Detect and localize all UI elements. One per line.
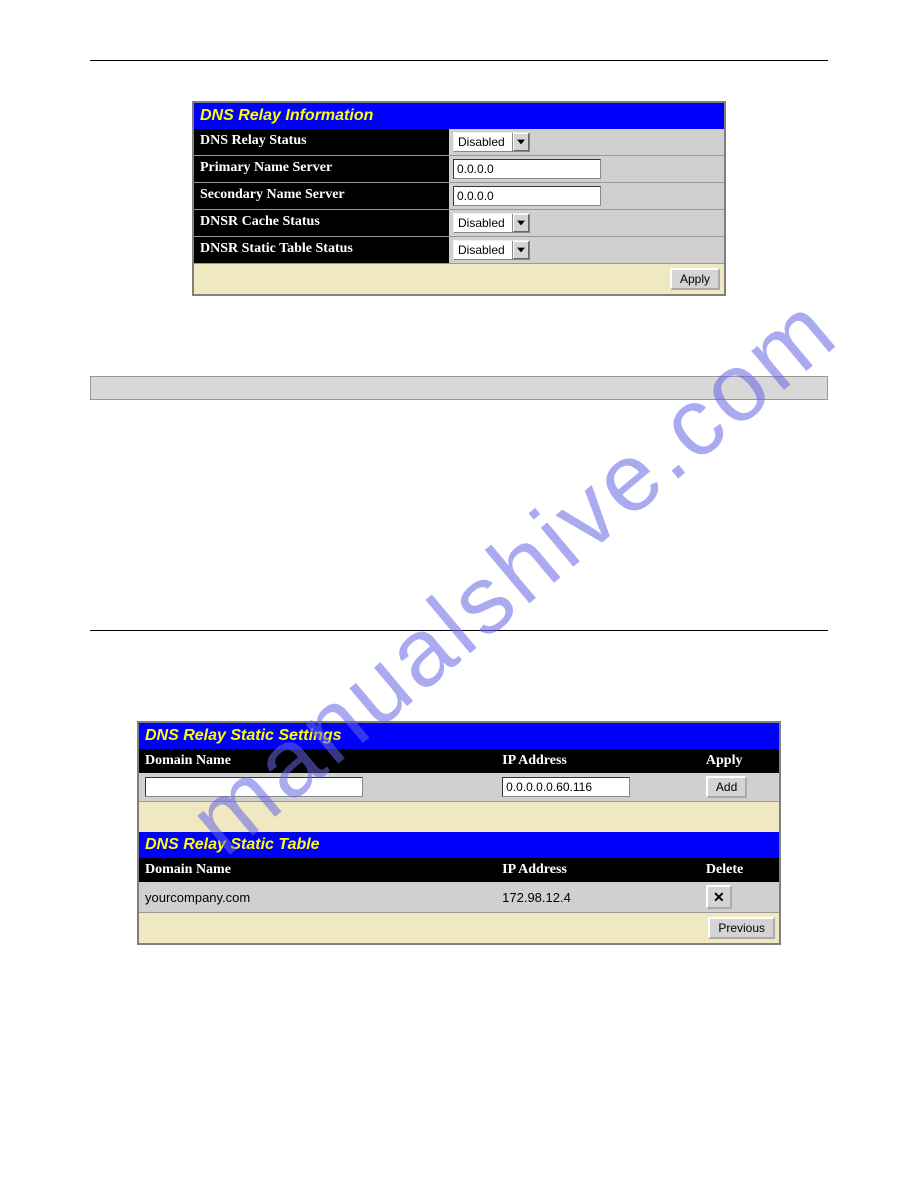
label-relay-status: DNS Relay Status bbox=[194, 129, 449, 155]
table-row: yourcompany.com 172.98.12.4 ✕ bbox=[139, 882, 779, 913]
header-domain-name-2: Domain Name bbox=[139, 858, 496, 882]
select-static-table-status[interactable]: Disabled bbox=[453, 240, 530, 260]
panel2-headers: Domain Name IP Address Apply bbox=[139, 749, 779, 773]
panel2-title: DNS Relay Static Settings bbox=[139, 723, 779, 749]
header-domain-name: Domain Name bbox=[139, 749, 496, 773]
close-icon: ✕ bbox=[713, 889, 725, 906]
panel1-title: DNS Relay Information bbox=[194, 103, 724, 129]
dns-relay-info-panel: DNS Relay Information DNS Relay Status D… bbox=[192, 101, 726, 296]
panel3-headers: Domain Name IP Address Delete bbox=[139, 858, 779, 882]
select-cache-status-value: Disabled bbox=[454, 214, 513, 232]
panel3-footer: Previous bbox=[139, 913, 779, 943]
chevron-down-icon bbox=[513, 214, 529, 232]
row-secondary-server: Secondary Name Server bbox=[194, 183, 724, 210]
input-primary-server[interactable] bbox=[453, 159, 601, 179]
row-cache-status: DNSR Cache Status Disabled bbox=[194, 210, 724, 237]
add-button[interactable]: Add bbox=[706, 776, 747, 798]
panel2-input-row: Add bbox=[139, 773, 779, 802]
header-ip-address-2: IP Address bbox=[496, 858, 700, 882]
chevron-down-icon bbox=[513, 241, 529, 259]
panel3-title: DNS Relay Static Table bbox=[139, 832, 779, 858]
label-primary-server: Primary Name Server bbox=[194, 156, 449, 182]
dns-relay-static-panel: DNS Relay Static Settings Domain Name IP… bbox=[137, 721, 781, 945]
input-ip-address[interactable] bbox=[502, 777, 630, 797]
cell-ip: 172.98.12.4 bbox=[496, 882, 700, 912]
select-static-table-status-value: Disabled bbox=[454, 241, 513, 259]
input-domain-name[interactable] bbox=[145, 777, 363, 797]
label-static-table-status: DNSR Static Table Status bbox=[194, 237, 449, 263]
gray-section-bar bbox=[90, 376, 828, 400]
chevron-down-icon bbox=[513, 133, 529, 151]
select-relay-status[interactable]: Disabled bbox=[453, 132, 530, 152]
header-ip-address: IP Address bbox=[496, 749, 700, 773]
input-secondary-server[interactable] bbox=[453, 186, 601, 206]
header-apply: Apply bbox=[700, 749, 779, 773]
select-relay-status-value: Disabled bbox=[454, 133, 513, 151]
select-cache-status[interactable]: Disabled bbox=[453, 213, 530, 233]
delete-button[interactable]: ✕ bbox=[706, 885, 732, 909]
row-relay-status: DNS Relay Status Disabled bbox=[194, 129, 724, 156]
previous-button[interactable]: Previous bbox=[708, 917, 775, 939]
label-cache-status: DNSR Cache Status bbox=[194, 210, 449, 236]
panel1-footer: Apply bbox=[194, 264, 724, 294]
header-delete: Delete bbox=[700, 858, 779, 882]
row-static-table-status: DNSR Static Table Status Disabled bbox=[194, 237, 724, 264]
cell-domain: yourcompany.com bbox=[139, 882, 496, 912]
label-secondary-server: Secondary Name Server bbox=[194, 183, 449, 209]
apply-button[interactable]: Apply bbox=[670, 268, 720, 290]
row-primary-server: Primary Name Server bbox=[194, 156, 724, 183]
spacer bbox=[139, 802, 779, 832]
